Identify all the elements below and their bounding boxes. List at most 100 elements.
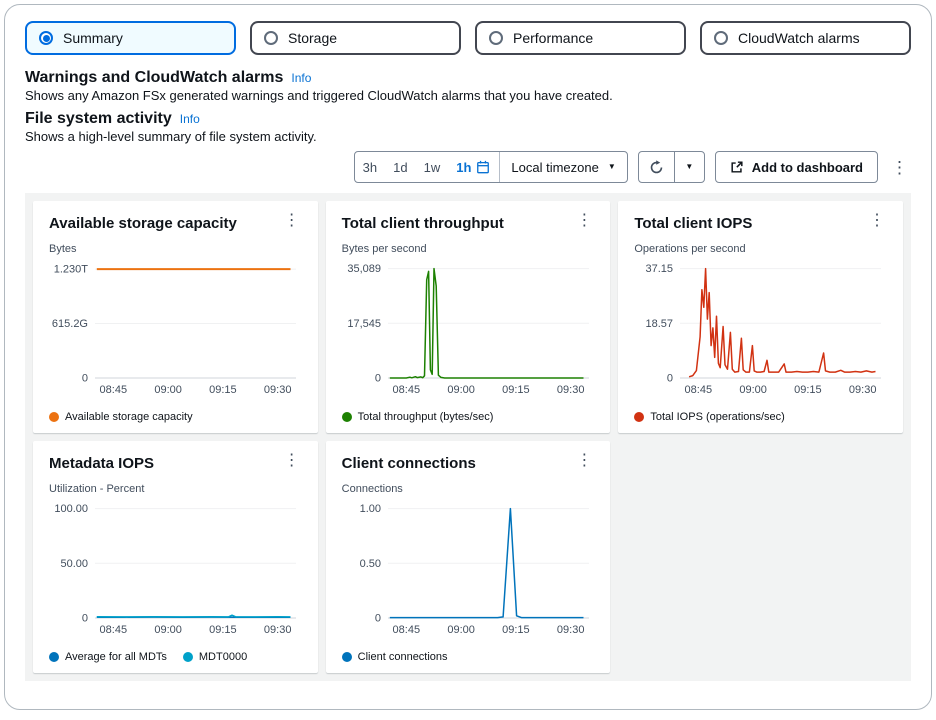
svg-text:50.00: 50.00 <box>60 558 88 570</box>
svg-text:0: 0 <box>82 373 88 385</box>
legend-item[interactable]: Available storage capacity <box>49 411 193 423</box>
svg-text:08:45: 08:45 <box>100 384 128 396</box>
svg-text:09:00: 09:00 <box>154 624 182 636</box>
chart-card-available-storage-capacity: Available storage capacity ⋮ Bytes 1.230… <box>33 201 318 433</box>
time-range-control: 3h 1d 1w 1h Local timezone ▼ <box>353 151 628 183</box>
chart-card-total-client-iops: Total client IOPS ⋮ Operations per secon… <box>618 201 903 433</box>
view-tabs: Summary Storage Performance CloudWatch a… <box>25 21 911 55</box>
calendar-icon <box>477 160 490 174</box>
refresh-button[interactable] <box>637 151 675 183</box>
range-1d-button[interactable]: 1d <box>385 160 415 175</box>
svg-text:0: 0 <box>375 613 381 625</box>
chart-y-axis-unit: Utilization - Percent <box>49 483 145 495</box>
svg-text:09:30: 09:30 <box>849 384 877 396</box>
refresh-icon <box>650 159 663 173</box>
add-to-dashboard-button[interactable]: Add to dashboard <box>714 151 878 183</box>
external-link-icon <box>731 161 743 173</box>
svg-text:0: 0 <box>82 613 88 625</box>
activity-info-link[interactable]: Info <box>180 112 200 126</box>
radio-icon <box>39 31 53 45</box>
range-custom-button[interactable]: 1h <box>448 160 499 175</box>
svg-text:09:15: 09:15 <box>794 384 822 396</box>
chart-card-metadata-iops: Metadata IOPS ⋮ Utilization - Percent 10… <box>33 441 318 673</box>
chart-canvas: 100.00 50.00 0 08:45 09:00 09:15 09:30 <box>54 503 296 636</box>
chart-y-axis-unit: Operations per second <box>634 243 746 255</box>
page-frame: Summary Storage Performance CloudWatch a… <box>4 4 932 710</box>
activity-section-description: Shows a high-level summary of file syste… <box>25 129 317 144</box>
svg-text:35,089: 35,089 <box>347 263 381 275</box>
tab-label: CloudWatch alarms <box>738 30 860 46</box>
radio-icon <box>489 31 503 45</box>
svg-text:09:30: 09:30 <box>557 384 585 396</box>
svg-text:09:00: 09:00 <box>447 624 475 636</box>
legend-item[interactable]: MDT0000 <box>182 651 247 663</box>
svg-text:0.50: 0.50 <box>359 558 380 570</box>
chart-canvas: 1.230T 615.2G 0 08:45 09:00 09:15 09:30 <box>52 264 296 396</box>
chart-menu-kebab-icon[interactable]: ⋮ <box>867 213 887 229</box>
chart-title: Total client IOPS <box>634 215 753 232</box>
legend-color-dot <box>341 652 352 662</box>
chart-card-total-client-throughput: Total client throughput ⋮ Bytes per seco… <box>325 201 611 433</box>
legend-color-dot <box>634 412 645 422</box>
warnings-section-title: Warnings and CloudWatch alarms Info <box>25 69 312 86</box>
chart-canvas: 1.00 0.50 0 08:45 09:00 09:15 09:30 <box>359 503 589 636</box>
tab-cloudwatch-alarms[interactable]: CloudWatch alarms <box>700 21 911 55</box>
svg-text:08:45: 08:45 <box>392 624 420 636</box>
svg-text:09:00: 09:00 <box>447 384 475 396</box>
chart-menu-kebab-icon[interactable]: ⋮ <box>574 213 594 229</box>
chart-menu-kebab-icon[interactable]: ⋮ <box>282 453 302 469</box>
svg-text:09:15: 09:15 <box>209 624 237 636</box>
legend-color-dot <box>341 412 352 422</box>
svg-text:08:45: 08:45 <box>685 384 713 396</box>
tab-label: Summary <box>63 30 123 46</box>
tab-storage[interactable]: Storage <box>250 21 461 55</box>
range-1w-button[interactable]: 1w <box>416 160 449 175</box>
svg-text:09:30: 09:30 <box>557 624 585 636</box>
legend-color-dot <box>49 412 59 422</box>
warnings-info-link[interactable]: Info <box>291 71 311 85</box>
chart-legend: Available storage capacity <box>49 407 302 423</box>
legend-item[interactable]: Total IOPS (operations/sec) <box>634 411 785 423</box>
chart-legend: Total throughput (bytes/sec) <box>341 407 595 423</box>
svg-text:09:15: 09:15 <box>502 624 530 636</box>
chart-title: Total client throughput <box>341 215 504 232</box>
tab-performance[interactable]: Performance <box>475 21 686 55</box>
svg-text:09:30: 09:30 <box>264 384 292 396</box>
chart-toolbar: 3h 1d 1w 1h Local timezone ▼ ▼ Add to da… <box>25 151 911 183</box>
chart-menu-kebab-icon[interactable]: ⋮ <box>574 453 594 469</box>
legend-item[interactable]: Total throughput (bytes/sec) <box>341 411 493 423</box>
svg-text:1.00: 1.00 <box>359 503 380 515</box>
svg-text:0: 0 <box>375 373 381 385</box>
svg-text:09:00: 09:00 <box>740 384 768 396</box>
chart-card-client-connections: Client connections ⋮ Connections 1.00 0.5… <box>325 441 611 673</box>
legend-item[interactable]: Average for all MDTs <box>49 651 167 663</box>
range-3h-button[interactable]: 3h <box>355 160 385 175</box>
svg-text:09:15: 09:15 <box>209 384 237 396</box>
chart-title: Available storage capacity <box>49 215 237 232</box>
svg-text:08:45: 08:45 <box>100 624 128 636</box>
chart-legend: Client connections <box>341 647 595 663</box>
tab-summary[interactable]: Summary <box>25 21 236 55</box>
chevron-down-icon: ▼ <box>685 162 694 171</box>
chart-menu-kebab-icon[interactable]: ⋮ <box>282 213 302 229</box>
timezone-select[interactable]: Local timezone ▼ <box>500 160 626 175</box>
radio-icon <box>714 31 728 45</box>
radio-icon <box>264 31 278 45</box>
svg-text:615.2G: 615.2G <box>52 318 88 330</box>
legend-color-dot <box>49 652 59 662</box>
svg-text:08:45: 08:45 <box>392 384 420 396</box>
chart-legend: Total IOPS (operations/sec) <box>634 407 887 423</box>
svg-text:37.15: 37.15 <box>646 263 674 275</box>
svg-text:09:15: 09:15 <box>502 384 530 396</box>
legend-color-dot <box>182 652 193 662</box>
legend-item[interactable]: Client connections <box>341 651 448 663</box>
svg-text:17,545: 17,545 <box>347 318 381 330</box>
svg-text:09:30: 09:30 <box>264 624 292 636</box>
charts-panel: Available storage capacity ⋮ Bytes 1.230… <box>25 193 911 681</box>
toolbar-kebab-icon[interactable]: ⋮ <box>888 159 911 176</box>
chart-title: Client connections <box>341 455 476 472</box>
svg-text:1.230T: 1.230T <box>54 264 89 276</box>
activity-section-title: File system activity Info <box>25 110 200 127</box>
svg-text:09:00: 09:00 <box>154 384 182 396</box>
refresh-options-button[interactable]: ▼ <box>673 151 705 183</box>
